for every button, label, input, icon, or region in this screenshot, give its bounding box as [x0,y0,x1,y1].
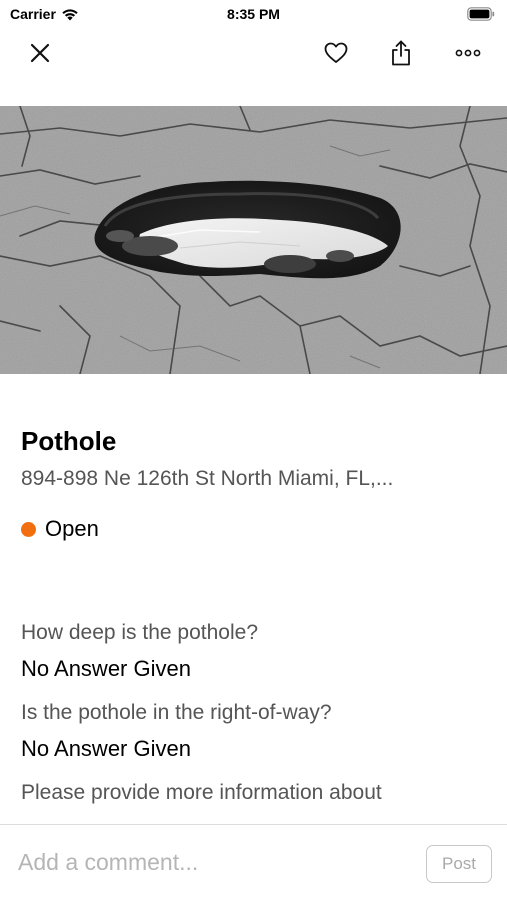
share-icon [392,40,410,66]
pothole-photo[interactable] [0,106,507,374]
request-address[interactable]: 894-898 Ne 126th St North Miami, FL,... [21,464,481,494]
share-button[interactable] [384,36,418,70]
more-icon [455,49,481,57]
answer-value: No Answer Given [21,736,191,761]
request-title: Pothole [21,426,117,456]
close-icon [30,43,50,63]
question-label: Please provide more information about [21,781,382,804]
clock: 8:35 PM [227,6,280,22]
questions-list: How deep is the pothole? No Answer Given… [0,600,507,824]
status-label: Open [45,516,99,541]
comment-bar: Post [0,824,507,900]
status-row: Open [21,514,486,544]
comment-input[interactable] [18,845,408,879]
status-bar: Carrier 8:35 PM [0,0,507,30]
battery-icon [467,7,495,21]
question-label: How deep is the pothole? [21,621,258,644]
close-button[interactable] [23,36,57,70]
post-button[interactable]: Post [426,845,492,883]
photo-image [0,106,507,374]
heart-icon [324,42,348,63]
request-details: Pothole 894-898 Ne 126th St North Miami,… [21,424,486,544]
favorite-button[interactable] [319,36,353,70]
more-button[interactable] [451,36,485,70]
question-label: Is the pothole in the right-of-way? [21,701,332,724]
status-dot [21,521,36,537]
nav-bar [0,30,507,74]
answer-value: No Answer Given [21,656,191,681]
